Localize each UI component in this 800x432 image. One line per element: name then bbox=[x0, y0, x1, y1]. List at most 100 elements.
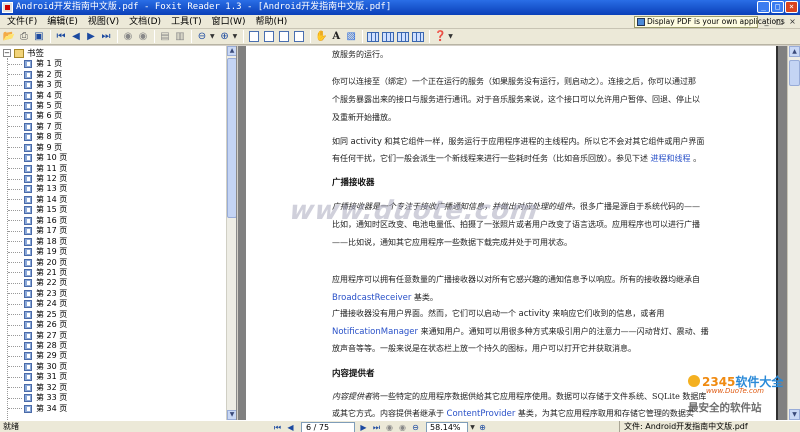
broadcastreceiver-link[interactable]: BroadcastReceiver bbox=[332, 293, 411, 303]
last-page-icon[interactable]: ⏭ bbox=[371, 422, 382, 432]
bookmark-item[interactable]: 第 17 页 bbox=[8, 226, 67, 236]
reflow-icon[interactable] bbox=[292, 30, 306, 44]
save-icon[interactable]: ▣ bbox=[32, 30, 46, 44]
back-icon[interactable]: ◉ bbox=[121, 30, 135, 44]
minimize-button[interactable]: _ bbox=[757, 1, 770, 13]
first-page-icon[interactable]: ⏮ bbox=[272, 422, 283, 432]
bookmark-item[interactable]: 第 13 页 bbox=[8, 184, 67, 194]
bookmark-item[interactable]: 第 29 页 bbox=[8, 351, 67, 361]
bookmark-item[interactable]: 第 18 页 bbox=[8, 236, 67, 246]
bookmark-item[interactable]: 第 30 页 bbox=[8, 362, 67, 372]
bookmark-item[interactable]: 第 31 页 bbox=[8, 372, 67, 382]
print-icon[interactable]: ⎙ bbox=[17, 30, 31, 44]
zoom-out-icon[interactable]: ⊖ bbox=[195, 30, 209, 44]
prev-page-icon[interactable]: ◀ bbox=[69, 30, 83, 44]
bookmark-item[interactable]: 第 23 页 bbox=[8, 289, 67, 299]
last-page-icon[interactable]: ⏭ bbox=[99, 30, 113, 44]
single-page-icon[interactable] bbox=[366, 30, 380, 44]
menu-window[interactable]: 窗口(W) bbox=[207, 15, 251, 29]
bookmark-item[interactable]: 第 4 页 bbox=[8, 90, 67, 100]
bookmark-item[interactable]: 第 25 页 bbox=[8, 310, 67, 320]
collapse-icon[interactable]: − bbox=[3, 49, 11, 57]
contentprovider-link[interactable]: ContentProvider bbox=[447, 409, 516, 419]
bookmark-item[interactable]: 第 24 页 bbox=[8, 299, 67, 309]
bookmark-item[interactable]: 第 5 页 bbox=[8, 101, 67, 111]
scroll-up-icon[interactable]: ▲ bbox=[789, 46, 800, 57]
bookmark-item[interactable]: 第 11 页 bbox=[8, 163, 67, 173]
next-page-icon[interactable]: ▶ bbox=[358, 422, 369, 432]
bookmark-item[interactable]: 第 16 页 bbox=[8, 216, 67, 226]
bookmark-item[interactable]: 第 9 页 bbox=[8, 143, 67, 153]
first-page-icon[interactable]: ⏮ bbox=[54, 30, 68, 44]
document-scrollbar[interactable]: ▲ ▼ bbox=[787, 46, 800, 420]
chevron-down-icon[interactable]: ▼ bbox=[468, 422, 477, 432]
bookmark-item[interactable]: 第 33 页 bbox=[8, 393, 67, 403]
close-button[interactable]: × bbox=[785, 1, 798, 13]
chevron-down-icon[interactable]: ▼ bbox=[233, 33, 238, 40]
zoom-in-icon[interactable]: ⊕ bbox=[477, 422, 488, 432]
next-page-icon[interactable]: ▶ bbox=[84, 30, 98, 44]
bookmark-item[interactable]: 第 27 页 bbox=[8, 330, 67, 340]
bookmark-item[interactable]: 第 3 页 bbox=[8, 80, 67, 90]
actual-size-icon[interactable] bbox=[247, 30, 261, 44]
bookmark-item[interactable]: 第 12 页 bbox=[8, 174, 67, 184]
bookmark-item[interactable]: 第 7 页 bbox=[8, 122, 67, 132]
snapshot-icon[interactable]: ▧ bbox=[344, 30, 358, 44]
help-icon[interactable]: ❓ bbox=[433, 30, 447, 44]
bookmark-item[interactable]: 第 1 页 bbox=[8, 59, 67, 69]
bookmark-item[interactable]: 第 6 页 bbox=[8, 111, 67, 121]
bookmark-item[interactable]: 第 19 页 bbox=[8, 247, 67, 257]
sidebar-scroll-thumb[interactable] bbox=[227, 58, 236, 218]
app-icon[interactable] bbox=[2, 2, 13, 13]
promo-banner[interactable]: Display PDF is your own applications bbox=[634, 16, 785, 28]
bookmark-item[interactable]: 第 32 页 bbox=[8, 383, 67, 393]
fullscreen-icon[interactable] bbox=[411, 30, 425, 44]
sidebar-scrollbar[interactable]: ▲ ▼ bbox=[226, 46, 236, 420]
fit-page-icon[interactable] bbox=[262, 30, 276, 44]
rotate-left-icon[interactable]: ▤ bbox=[158, 30, 172, 44]
doc-minimize-button[interactable]: _ bbox=[761, 17, 772, 27]
bookmark-item[interactable]: 第 28 页 bbox=[8, 341, 67, 351]
document-scroll-thumb[interactable] bbox=[789, 60, 800, 86]
bookmark-item[interactable]: 第 34 页 bbox=[8, 403, 67, 413]
zoom-input[interactable]: 58.14% bbox=[426, 421, 468, 432]
menu-edit[interactable]: 编辑(E) bbox=[42, 15, 83, 29]
menu-file[interactable]: 文件(F) bbox=[2, 15, 42, 29]
zoom-in-icon[interactable]: ⊕ bbox=[218, 30, 232, 44]
back-icon[interactable]: ◉ bbox=[384, 422, 395, 432]
bookmark-item[interactable]: 第 14 页 bbox=[8, 195, 67, 205]
facing-icon[interactable] bbox=[396, 30, 410, 44]
forward-icon[interactable]: ◉ bbox=[397, 422, 408, 432]
continuous-icon[interactable] bbox=[381, 30, 395, 44]
notificationmanager-link[interactable]: NotificationManager bbox=[332, 327, 418, 337]
doc-restore-button[interactable]: □ bbox=[774, 17, 785, 27]
text-select-icon[interactable]: A bbox=[329, 30, 343, 44]
menu-tools[interactable]: 工具(T) bbox=[166, 15, 207, 29]
pdf-page[interactable]: 放服务的运行。 你可以连接至（绑定）一个正在运行的服务（如果服务没有运行，则启动… bbox=[246, 46, 778, 420]
page-number-input[interactable]: 6 / 75 bbox=[301, 421, 355, 432]
bookmark-item[interactable]: 第 10 页 bbox=[8, 153, 67, 163]
bookmark-item[interactable]: 第 8 页 bbox=[8, 132, 67, 142]
scroll-up-icon[interactable]: ▲ bbox=[227, 46, 236, 56]
bookmark-item[interactable]: 第 2 页 bbox=[8, 69, 67, 79]
forward-icon[interactable]: ◉ bbox=[136, 30, 150, 44]
bookmark-root[interactable]: − 书签 bbox=[3, 48, 44, 59]
process-thread-link[interactable]: 进程和线程 bbox=[651, 154, 691, 163]
scroll-down-icon[interactable]: ▼ bbox=[227, 410, 236, 420]
hand-tool-icon[interactable]: ✋ bbox=[314, 30, 328, 44]
menu-document[interactable]: 文档(D) bbox=[124, 15, 166, 29]
bookmark-item[interactable]: 第 26 页 bbox=[8, 320, 67, 330]
bookmark-item[interactable]: 第 20 页 bbox=[8, 257, 67, 267]
prev-page-icon[interactable]: ◀ bbox=[285, 422, 296, 432]
chevron-down-icon[interactable]: ▼ bbox=[210, 33, 215, 40]
menu-help[interactable]: 帮助(H) bbox=[251, 15, 293, 29]
open-icon[interactable]: 📂 bbox=[2, 30, 16, 44]
menu-view[interactable]: 视图(V) bbox=[83, 15, 124, 29]
doc-close-button[interactable]: × bbox=[787, 17, 798, 27]
bookmark-item[interactable]: 第 21 页 bbox=[8, 268, 67, 278]
rotate-right-icon[interactable]: ▥ bbox=[173, 30, 187, 44]
zoom-out-icon[interactable]: ⊖ bbox=[410, 422, 421, 432]
chevron-down-icon[interactable]: ▼ bbox=[448, 33, 453, 40]
fit-width-icon[interactable] bbox=[277, 30, 291, 44]
maximize-button[interactable]: □ bbox=[771, 1, 784, 13]
